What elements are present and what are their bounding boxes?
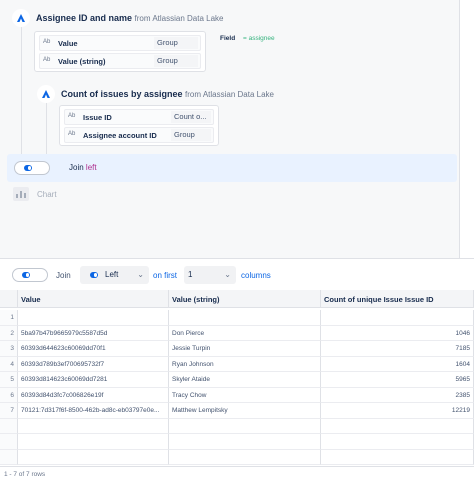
field-row[interactable]: Ab Value (string) Group (39, 53, 201, 69)
chevron-down-icon: ⌄ (224, 270, 231, 279)
row-number-header (0, 290, 18, 308)
row-number: 2 (0, 325, 18, 341)
atlassian-logo-icon (12, 9, 30, 27)
aggregation-select[interactable]: Group (171, 129, 211, 141)
join-toggle-button[interactable] (12, 268, 48, 282)
cell-value-string: Don Pierce (169, 325, 321, 341)
field-mapping-label: Field (220, 35, 236, 42)
row-number: 6 (0, 387, 18, 403)
bar-chart-icon (13, 187, 29, 201)
query-builder-panel: Assignee ID and name from Atlassian Data… (0, 0, 474, 258)
cell-value: 60393d789b3ef700695732f7 (18, 356, 169, 372)
row-count-label: 1 - 7 of 7 rows (4, 471, 46, 478)
row-number (0, 449, 18, 465)
cell-value-string (169, 434, 321, 450)
cell-value-string: Tracy Chow (169, 387, 321, 403)
row-number (0, 418, 18, 434)
step-title-assignee[interactable]: Assignee ID and name from Atlassian Data… (36, 13, 223, 23)
aggregation-select[interactable]: Group (154, 55, 198, 67)
cell-value-string (169, 310, 321, 326)
join-toggle[interactable] (14, 161, 50, 175)
step-connector-line (21, 26, 22, 154)
chart-step-label[interactable]: Chart (37, 190, 57, 199)
join-step-label: Join left (69, 163, 97, 172)
column-header-count[interactable]: Count of unique Issue Issue ID (321, 290, 474, 308)
text-type-icon: Ab (43, 57, 51, 63)
column-header-value[interactable]: Value (18, 290, 169, 308)
join-icon (22, 272, 30, 278)
row-number (0, 434, 18, 450)
row-number: 3 (0, 341, 18, 357)
field-name: Value (string) (58, 57, 106, 66)
cell-value (18, 434, 169, 450)
field-row[interactable]: Ab Assignee account ID Group (64, 127, 214, 143)
nested-step-connector-line (46, 102, 47, 154)
table-footer: 1 - 7 of 7 rows (0, 466, 474, 482)
cell-value: 60393d84d3fc7c006826e19f (18, 387, 169, 403)
text-type-icon: Ab (43, 39, 51, 45)
columns-label: columns (241, 271, 271, 280)
cell-value-string (169, 449, 321, 465)
step-from-label: from Atlassian Data Lake (185, 90, 274, 99)
cell-count (321, 449, 474, 465)
left-join-icon (90, 272, 98, 278)
cell-value (18, 449, 169, 465)
cell-count (321, 434, 474, 450)
row-number: 5 (0, 372, 18, 388)
field-name: Assignee account ID (83, 131, 157, 140)
cell-value (18, 418, 169, 434)
cell-value: 60393d644623c60069dd70f1 (18, 341, 169, 357)
cell-value-string (169, 418, 321, 434)
cell-count: 1604 (321, 356, 474, 372)
row-number: 7 (0, 403, 18, 419)
join-type-value: Left (105, 270, 119, 279)
cell-value: 70121:7d317f6f-8500-462b-ad8c-eb03797e0e… (18, 403, 169, 419)
cell-value: 60393d814623c60069dd7281 (18, 372, 169, 388)
cell-count: 5965 (321, 372, 474, 388)
step-title-count-issues[interactable]: Count of issues by assignee from Atlassi… (61, 89, 274, 99)
aggregation-select[interactable]: Count o... (171, 111, 211, 123)
atlassian-logo-icon (37, 85, 55, 103)
cell-value-string: Ryan Johnson (169, 356, 321, 372)
join-toolbar: Join Left ⌄ on first 1 ⌄ columns (0, 258, 474, 290)
column-header-value-string[interactable]: Value (string) (169, 290, 321, 308)
text-type-icon: Ab (68, 113, 76, 119)
field-row[interactable]: Ab Value Group (39, 35, 201, 51)
column-count-select[interactable]: 1 ⌄ (184, 266, 236, 284)
join-step[interactable]: Join left (7, 154, 457, 182)
column-count-value: 1 (188, 270, 193, 279)
side-panel-edge (459, 0, 474, 258)
results-table: Value Value (string) Count of unique Iss… (0, 290, 474, 466)
cell-value-string: Matthew Lempitsky (169, 403, 321, 419)
row-number: 4 (0, 356, 18, 372)
field-list-box: Ab Issue ID Count o... Ab Assignee accou… (59, 105, 219, 146)
cell-count (321, 418, 474, 434)
on-first-label: on first (153, 271, 178, 280)
text-type-icon: Ab (68, 131, 76, 137)
cell-count (321, 310, 474, 326)
cell-count: 7185 (321, 341, 474, 357)
aggregation-select[interactable]: Group (154, 37, 198, 49)
cell-value-string: Jessie Turpin (169, 341, 321, 357)
step-from-label: from Atlassian Data Lake (134, 14, 224, 23)
join-icon (24, 165, 32, 171)
cell-value-string: Skyler Ataide (169, 372, 321, 388)
field-name: Issue ID (83, 113, 112, 122)
cell-value (18, 310, 169, 326)
chevron-down-icon: ⌄ (137, 270, 144, 279)
field-row[interactable]: Ab Issue ID Count o... (64, 109, 214, 125)
join-label: Join (56, 271, 71, 280)
cell-value: 5ba97b47b9665979c5587d5d (18, 325, 169, 341)
cell-count: 1046 (321, 325, 474, 341)
join-type-select[interactable]: Left ⌄ (80, 266, 149, 284)
step-name: Count of issues by assignee (61, 89, 183, 99)
step-name: Assignee ID and name (36, 13, 133, 23)
field-name: Value (58, 39, 78, 48)
field-mapping-value[interactable]: = assignee (243, 35, 275, 42)
field-list-box: Ab Value Group Ab Value (string) Group (34, 31, 206, 72)
cell-count: 2385 (321, 387, 474, 403)
row-number: 1 (0, 310, 18, 326)
cell-count: 12219 (321, 403, 474, 419)
